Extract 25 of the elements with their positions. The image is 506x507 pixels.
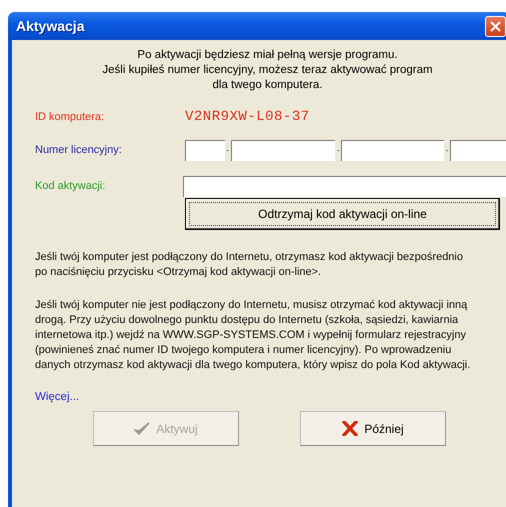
field-label: Kod aktywacji: — [35, 180, 106, 192]
computer-id: V2NR9XW-L08-37 — [185, 109, 310, 125]
field-label: Numer licencyjny: — [35, 144, 123, 156]
close-icon — [490, 20, 501, 32]
input-field[interactable] — [341, 140, 444, 160]
info-paragraph: Jeśli twój komputer jest podłączony do Internetu, otrzymasz kod aktywacji bezpośrednio po naciśnięciu przycisku <Otrzymaj kod aktywacji on-line>. — [35, 250, 464, 280]
intro-text: Po aktywacji będziesz miał pełną wersje programu. — [136, 48, 399, 63]
input-field[interactable] — [183, 176, 506, 196]
more-link[interactable]: Więcej... — [35, 391, 80, 403]
field-label: ID komputera: — [35, 111, 106, 123]
separator: - — [444, 145, 450, 155]
input-field[interactable] — [230, 140, 336, 160]
close-button[interactable] — [485, 16, 506, 36]
separator: - — [336, 145, 341, 155]
window-title: Aktywacja — [16, 18, 84, 34]
intro-text: Jeśli kupiłeś numer licencyjny, możesz teraz aktywować program — [101, 63, 434, 78]
x-icon — [342, 421, 358, 436]
intro-text: dla twego komputera. — [212, 78, 324, 93]
separator: - — [225, 145, 230, 155]
input-field[interactable] — [184, 140, 225, 160]
info-paragraph: Jeśli twój komputer nie jest podłączony do Internetu, musisz otrzymać kod aktywacji inną drogą. Przy użyciu dowolnego punktu dostępu do Internetu (szkoła, sąsiedzi, kawiarnia internetowa itp.) wejdź na WWW.SGP-SYSTEMS.COM i wypełnij formularz rejestracyjny (powinieneś znać numer ID twojego komputera i numer licencyjny). Po wprowadzeniu danych otrzymasz kod aktywacji dla twego komputera, który wpisz do pola Kod aktywacji. — [35, 298, 472, 373]
online-button[interactable]: Odtrzymaj kod aktywacji on-line — [185, 198, 500, 230]
input-field[interactable] — [450, 140, 506, 160]
later-button[interactable]: Później — [300, 411, 446, 446]
check-icon — [134, 422, 150, 436]
